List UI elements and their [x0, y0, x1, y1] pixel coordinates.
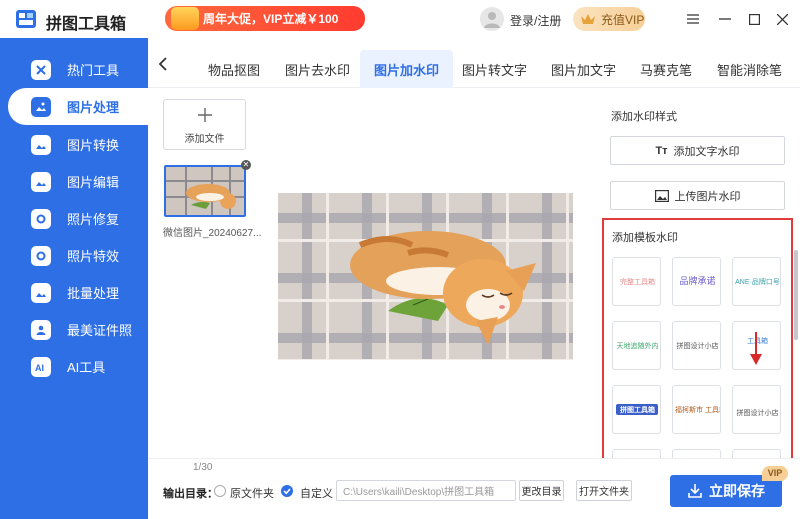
arrow-down-icon: [750, 332, 762, 365]
image-edit-icon: [31, 171, 51, 192]
template-item[interactable]: 福柯斯市 工具箱名称: [672, 385, 721, 434]
title-bar: 拼图工具箱 周年大促，VIP立减￥100 登录/注册 充值VIP: [0, 0, 800, 38]
recharge-vip-button[interactable]: 充值VIP: [573, 7, 645, 31]
template-item[interactable]: 拼图工具箱: [612, 385, 661, 434]
sidebar-item-label: 最美证件照: [67, 323, 133, 338]
user-icon: [484, 12, 500, 28]
image-preview: [278, 193, 573, 360]
file-thumbnail[interactable]: [164, 165, 246, 217]
tab-bar: 物品抠图 图片去水印 图片加水印 图片转文字 图片加文字 马赛克笔 智能消除笔: [148, 38, 800, 88]
sidebar-item-label: 图片编辑: [67, 175, 120, 190]
photo-effect-icon: [31, 245, 51, 266]
upload-image-watermark-label: 上传图片水印: [674, 190, 741, 203]
tab-remove-watermark[interactable]: 图片去水印: [285, 60, 350, 79]
remove-file-icon[interactable]: ✕: [241, 160, 251, 170]
image-icon: [654, 189, 669, 202]
sidebar-item-label: AI工具: [67, 360, 106, 375]
sidebar-item-hot-tools[interactable]: 热门工具: [0, 51, 148, 88]
upload-image-watermark-button[interactable]: 上传图片水印: [610, 181, 785, 210]
check-icon: [283, 488, 291, 495]
original-folder-label: 原文件夹: [230, 488, 274, 500]
chevron-left-icon[interactable]: [156, 56, 172, 72]
template-item[interactable]: 拼图设计小店: [732, 385, 781, 434]
crown-icon: [581, 14, 595, 24]
add-text-watermark-label: 添加文字水印: [673, 145, 740, 158]
sidebar-item-photo-repair[interactable]: 照片修复: [0, 200, 148, 237]
sidebar-item-image-convert[interactable]: 图片转换: [0, 126, 148, 163]
download-icon: [688, 484, 702, 498]
file-name: 微信图片_20240627...: [163, 228, 262, 239]
add-file-label: 添加文件: [184, 134, 225, 145]
sidebar-item-label: 批量处理: [67, 286, 120, 301]
template-item[interactable]: 工具箱: [732, 321, 781, 370]
tab-object-cutout[interactable]: 物品抠图: [208, 60, 260, 79]
svg-text:AI: AI: [35, 363, 44, 373]
tab-add-watermark[interactable]: 图片加水印: [360, 50, 454, 88]
ai-icon: AI: [31, 356, 51, 377]
template-item[interactable]: 拼图设计小店: [672, 321, 721, 370]
template-item[interactable]: ANE·品牌口号: [732, 257, 781, 306]
hot-tools-icon: [31, 59, 51, 80]
id-photo-icon: [31, 319, 51, 340]
tab-image-to-text[interactable]: 图片转文字: [462, 60, 527, 79]
sidebar-item-id-photo[interactable]: 最美证件照: [0, 311, 148, 348]
radio-custom-folder[interactable]: [281, 485, 293, 497]
text-icon: Tт: [655, 144, 668, 157]
output-dir-label: 输出目录：: [163, 488, 218, 500]
custom-folder-label: 自定义: [300, 488, 333, 500]
gift-icon: [171, 7, 199, 30]
sidebar-item-label: 热门工具: [67, 63, 120, 78]
avatar[interactable]: [480, 7, 504, 31]
login-link[interactable]: 登录/注册: [510, 12, 561, 29]
add-file-button[interactable]: 添加文件: [163, 99, 246, 150]
tab-mosaic-pen[interactable]: 马赛克笔: [640, 60, 692, 79]
tab-smart-eraser[interactable]: 智能消除笔: [717, 60, 782, 79]
maximize-icon[interactable]: [745, 10, 763, 28]
radio-original-folder[interactable]: [214, 485, 226, 497]
template-watermark-section: 添加模板水印 完整工具箱 品牌承诺 ANE·品牌口号 天地追随外内 拼图设计小店…: [602, 218, 793, 463]
output-path-input[interactable]: [336, 480, 516, 501]
close-icon[interactable]: [773, 10, 791, 28]
vip-label: 充值VIP: [601, 12, 645, 27]
sidebar: 热门工具 图片处理 图片转换 图片编辑 照片修复 照片特效 批量处理 最美证件照…: [0, 38, 148, 519]
promo-banner[interactable]: 周年大促，VIP立减￥100: [165, 6, 365, 31]
plus-icon: [198, 108, 212, 122]
tab-add-text[interactable]: 图片加文字: [551, 60, 616, 79]
sidebar-item-batch[interactable]: 批量处理: [0, 274, 148, 311]
sidebar-item-image-edit[interactable]: 图片编辑: [0, 163, 148, 200]
save-now-label: 立即保存: [709, 483, 765, 499]
panel-scrollbar[interactable]: [794, 250, 798, 340]
app-title: 拼图工具箱: [46, 16, 127, 33]
sidebar-item-label: 图片处理: [67, 100, 120, 115]
app-logo-icon: [16, 10, 36, 28]
promo-text: 周年大促，VIP立减￥100: [203, 12, 339, 26]
sidebar-item-label: 照片修复: [67, 212, 120, 227]
watermark-style-title: 添加水印样式: [611, 111, 677, 123]
photo-repair-icon: [31, 208, 51, 229]
vip-badge: VIP: [762, 466, 788, 481]
template-item[interactable]: 天地追随外内: [612, 321, 661, 370]
change-dir-button[interactable]: 更改目录: [519, 480, 564, 501]
image-process-icon: [31, 96, 51, 117]
sidebar-item-image-process[interactable]: 图片处理: [8, 88, 148, 125]
page-count: 1/30: [193, 462, 213, 473]
sidebar-item-label: 图片转换: [67, 138, 120, 153]
sidebar-item-photo-effect[interactable]: 照片特效: [0, 237, 148, 274]
sidebar-item-ai-tools[interactable]: AI AI工具: [0, 348, 148, 385]
batch-icon: [31, 282, 51, 303]
add-text-watermark-button[interactable]: Tт 添加文字水印: [610, 136, 785, 165]
minimize-icon[interactable]: [716, 10, 734, 28]
menu-icon[interactable]: [684, 10, 702, 28]
template-item[interactable]: 完整工具箱: [612, 257, 661, 306]
image-convert-icon: [31, 134, 51, 155]
open-folder-button[interactable]: 打开文件夹: [576, 480, 632, 501]
template-watermark-title: 添加模板水印: [612, 232, 678, 244]
template-item[interactable]: 品牌承诺: [672, 257, 721, 306]
sidebar-item-label: 照片特效: [67, 249, 120, 264]
